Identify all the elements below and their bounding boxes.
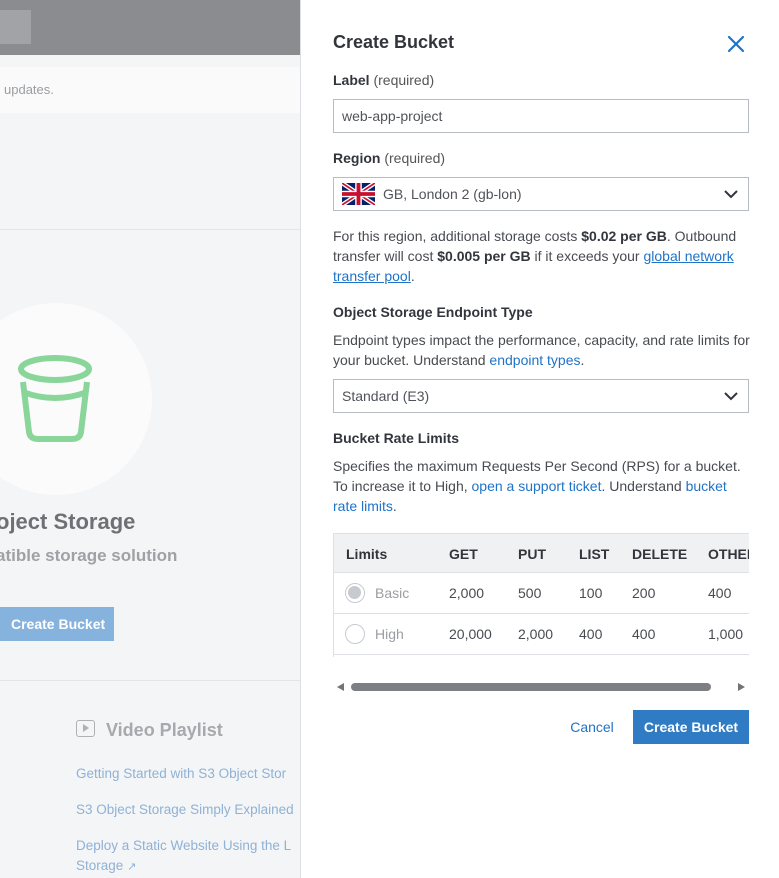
table-horizontal-scrollbar[interactable] (333, 680, 749, 694)
support-ticket-link[interactable]: open a support ticket (472, 478, 602, 494)
scrollbar-thumb[interactable] (351, 683, 711, 691)
background-page: updates. oject Storage atible storage so… (0, 0, 300, 878)
table-cell: 400 (579, 626, 603, 642)
required-hint: (required) (373, 72, 435, 88)
rate-desc-text: . Understand (601, 478, 686, 494)
table-cell: 20,000 (449, 626, 492, 642)
storage-price: $0.02 per GB (581, 228, 667, 244)
playlist-title: Video Playlist (106, 720, 223, 740)
notice-banner: updates. (0, 67, 300, 113)
playlist-link[interactable]: Storage ↗ (76, 856, 137, 877)
close-icon[interactable] (725, 33, 747, 55)
scroll-left-arrow-icon[interactable] (337, 683, 344, 691)
note-text: if it exceeds your (530, 248, 644, 264)
endpoint-desc-text: . (580, 352, 585, 368)
create-bucket-button-bg[interactable]: Create Bucket (0, 607, 114, 641)
top-bar-button[interactable] (0, 10, 31, 44)
bucket-icon (18, 355, 92, 442)
row-label: High (375, 626, 404, 642)
column-header: GET (449, 546, 478, 562)
region-label-text: Region (333, 150, 381, 166)
endpoint-description: Endpoint types impact the performance, c… (333, 330, 753, 370)
basic-radio[interactable] (345, 583, 365, 603)
table-cell: 2,000 (449, 585, 485, 601)
table-row: Basic 2,000 500 100 200 400 (334, 573, 749, 614)
rate-limits-description: Specifies the maximum Requests Per Secon… (333, 456, 753, 516)
label-label-text: Label (333, 72, 370, 88)
rate-limits-label: Bucket Rate Limits (333, 430, 460, 446)
endpoint-type-label: Object Storage Endpoint Type (333, 304, 533, 320)
required-hint: (required) (384, 150, 446, 166)
transfer-price: $0.005 per GB (437, 248, 531, 264)
playlist-link[interactable]: S3 Object Storage Simply Explained (76, 800, 294, 820)
table-cell: 400 (708, 585, 732, 601)
label-field-label: Label (required) (333, 72, 434, 88)
endpoint-type-select[interactable]: Standard (E3) (333, 379, 749, 413)
divider (0, 680, 300, 681)
note-text: For this region, additional storage cost… (333, 228, 582, 244)
drawer-title: Create Bucket (333, 32, 455, 52)
endpoint-type-value: Standard (E3) (342, 388, 430, 404)
region-field-label: Region (required) (333, 150, 445, 166)
chevron-down-icon (724, 392, 738, 401)
uk-flag-icon (342, 183, 375, 205)
table-cell: 500 (518, 585, 542, 601)
region-select[interactable]: GB, London 2 (gb-lon) (333, 177, 749, 211)
rate-limits-table: Limits GET PUT LIST DELETE OTHER Basic 2… (333, 533, 749, 657)
create-bucket-button[interactable]: Create Bucket (633, 710, 749, 744)
video-playlist-icon (76, 720, 95, 737)
table-row: High 20,000 2,000 400 400 1,000 (334, 614, 749, 655)
page-title: oject Storage (0, 509, 136, 534)
chevron-down-icon (724, 190, 738, 199)
endpoint-types-link[interactable]: endpoint types (489, 352, 580, 368)
table-cell: 200 (632, 585, 656, 601)
cancel-button[interactable]: Cancel (561, 710, 623, 744)
playlist-link[interactable]: Deploy a Static Website Using the L (76, 836, 291, 856)
column-header: PUT (518, 546, 546, 562)
playlist-link[interactable]: Getting Started with S3 Object Stor (76, 764, 286, 784)
table-cell: 1,000 (708, 626, 744, 642)
table-cell: 100 (579, 585, 603, 601)
column-header: Limits (346, 546, 388, 562)
table-header: Limits GET PUT LIST DELETE OTHER (334, 533, 749, 573)
top-bar (0, 0, 300, 55)
table-cell: 400 (632, 626, 656, 642)
scroll-right-arrow-icon[interactable] (738, 683, 745, 691)
row-label: Basic (375, 585, 410, 601)
region-pricing-note: For this region, additional storage cost… (333, 226, 753, 286)
column-header: OTHER (708, 546, 749, 562)
label-input[interactable] (333, 99, 749, 133)
playlist-link-label: Storage (76, 858, 124, 873)
region-value: GB, London 2 (gb-lon) (383, 186, 522, 202)
column-header: LIST (579, 546, 610, 562)
column-header: DELETE (632, 546, 688, 562)
high-radio[interactable] (345, 624, 365, 644)
external-link-icon: ↗ (127, 861, 137, 873)
divider (0, 229, 300, 230)
page-subtitle: atible storage solution (0, 546, 178, 565)
create-bucket-drawer: Create Bucket Label (required) Region (r… (300, 0, 779, 878)
table-cell: 2,000 (518, 626, 554, 642)
note-text: . (410, 268, 415, 284)
rate-desc-text: . (392, 498, 397, 514)
